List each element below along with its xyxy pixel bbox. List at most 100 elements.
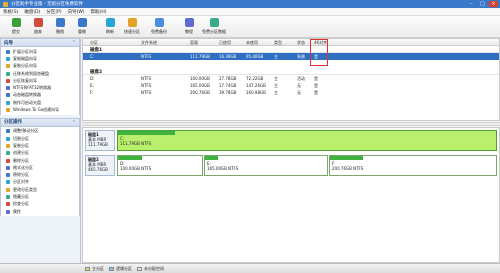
collapse-icon[interactable]: ⌃: [72, 40, 76, 46]
menu-wizard[interactable]: 向导(W): [68, 9, 85, 15]
cell-free: 160.98GB: [246, 90, 266, 95]
menu-help[interactable]: 帮助(H): [91, 9, 107, 15]
align-column-highlight: [310, 39, 328, 66]
toolbar-button[interactable]: 重做: [69, 18, 95, 36]
sidebar-item[interactable]: 复制分区向导: [1, 63, 79, 70]
cell-capacity: 200.76GB: [190, 90, 210, 95]
sidebar-item[interactable]: 迁移系统到固态硬盘: [1, 70, 79, 77]
wizard-panel-header[interactable]: 向导 ⌃: [0, 38, 80, 47]
sidebar-item[interactable]: 更改分区类型: [1, 186, 79, 193]
cell-free: 95.40GB: [246, 54, 264, 59]
table-row[interactable]: C: NTFS 111.79GB 16.39GB 95.40GB 主系统是: [83, 53, 499, 60]
toolbar-button[interactable]: 免费分区数据: [201, 18, 227, 36]
menu-system[interactable]: 系统(S): [3, 9, 18, 15]
partition-block[interactable]: D: 100.00GB NTFS: [117, 155, 203, 176]
sidebar-item[interactable]: 动态磁盘转换器: [1, 92, 79, 99]
sidebar-item-icon: [6, 100, 10, 105]
partition-block[interactable]: F: 200.76GB NTFS: [329, 155, 497, 176]
sidebar-item-label: 检查分区: [13, 201, 29, 207]
sidebar-item-icon: [6, 180, 10, 185]
usage-bar: [118, 131, 175, 135]
sidebar-item[interactable]: 属性: [1, 208, 79, 215]
sidebar-item[interactable]: 删除分区: [1, 157, 79, 164]
partition-block[interactable]: E: 165.00GB NTFS: [204, 155, 328, 176]
sidebar-item-label: 制作可启动光盘: [13, 99, 41, 105]
sidebar-item-label: 创建分区: [13, 150, 29, 156]
disk-row: 磁盘1 基本 MBR 111.79GB C: 111.79GB NTFS: [85, 130, 497, 151]
table-header: 分区 文件系统 容量 已使用 未使用 类型 状态 4K对齐: [83, 39, 499, 46]
cell-type: 主: [274, 54, 278, 59]
sidebar-item-label: 删除分区: [13, 157, 29, 163]
partition-desc: 100.00GB NTFS: [120, 166, 152, 171]
sidebar-item-icon: [6, 129, 10, 134]
sidebar-item-label: 分区对齐: [13, 179, 29, 185]
cell-fs: NTFS: [141, 76, 152, 81]
partition-desc: 111.79GB NTFS: [120, 141, 152, 146]
sidebar-item[interactable]: 隐藏分区: [1, 193, 79, 200]
close-button[interactable]: ×: [489, 1, 498, 7]
sidebar-item[interactable]: 扩展分区向导: [1, 48, 79, 55]
toolbar-button-label: 免费分区数据: [202, 29, 226, 34]
cell-free: 72.22GB: [246, 76, 264, 81]
menu-disk[interactable]: 磁盘(D): [24, 9, 40, 15]
sidebar-item[interactable]: 调整/移动分区: [1, 128, 79, 135]
menu-partition[interactable]: 分区(P): [46, 9, 61, 15]
sidebar-item-icon: [6, 173, 10, 178]
cell-status: 无: [297, 90, 301, 95]
toolbar-button-label: 放弃: [34, 29, 42, 34]
main-area: 分区 文件系统 容量 已使用 未使用 类型 状态 4K对齐 磁盘1 C: NTFS 111.79GB…: [82, 38, 500, 263]
sidebar-item[interactable]: 复制磁盘向导: [1, 55, 79, 62]
sidebar-item-label: NTFS到FAT32转换器: [13, 85, 52, 91]
minimize-button[interactable]: –: [467, 1, 476, 7]
app-icon: [3, 1, 8, 7]
sidebar-item-label: 复制磁盘向导: [13, 55, 37, 61]
collapse-icon[interactable]: ⌃: [72, 120, 76, 126]
disk-map: 磁盘1 基本 MBR 111.79GB C: 111.79GB NTFS 磁盘2 基本 MB…: [82, 127, 500, 263]
cell-capacity: 165.00GB: [190, 83, 210, 88]
table-row[interactable]: F: NTFS 200.76GB 39.78GB 160.98GB 主 无 是: [83, 89, 499, 96]
splitter[interactable]: [82, 122, 500, 126]
sidebar-item[interactable]: 复制分区: [1, 142, 79, 149]
sidebar-item-label: 切割分区: [13, 135, 29, 141]
sidebar-item[interactable]: 分区恢复向导: [1, 77, 79, 84]
table-row[interactable]: D: NTFS 100.00GB 27.78GB 72.22GB 主活动是: [83, 75, 499, 82]
disk-label[interactable]: 磁盘2 基本 MBR 465.76GB: [85, 155, 115, 176]
disk-group-row[interactable]: 磁盘2: [83, 68, 499, 75]
disk-size: 465.76GB: [88, 167, 108, 172]
sidebar-item[interactable]: 切割分区: [1, 135, 79, 142]
table-row[interactable]: E: NTFS 165.00GB 17.74GB 147.26GB 主无是: [83, 82, 499, 89]
sidebar-item[interactable]: 创建分区: [1, 150, 79, 157]
sidebar-item-icon: [6, 71, 10, 76]
toolbar-button-label: 快速分区: [124, 29, 140, 34]
toolbar-button[interactable]: 快速分区: [119, 18, 145, 36]
sidebar-item-icon: [6, 86, 10, 91]
sidebar-item[interactable]: 擦除分区: [1, 171, 79, 178]
cell-capacity: 100.00GB: [190, 76, 210, 81]
refresh-icon: [105, 18, 115, 27]
partition-info: E: 165.00GB NTFS: [207, 161, 238, 171]
sidebar-item[interactable]: 检查分区: [1, 201, 79, 208]
sidebar-item[interactable]: NTFS到FAT32转换器: [1, 84, 79, 91]
backup-icon: [154, 18, 164, 27]
toolbar-button[interactable]: 免费备份: [146, 18, 172, 36]
disk-label[interactable]: 磁盘1 基本 MBR 111.79GB: [85, 130, 115, 151]
sidebar-item[interactable]: Windows To Go创建向导: [1, 106, 79, 113]
ops-panel-header[interactable]: 分区操作 ⌃: [0, 117, 80, 127]
partition-info: D: 100.00GB NTFS: [120, 161, 151, 171]
disk-group-row[interactable]: 磁盘1: [83, 46, 499, 53]
ops-panel-title: 分区操作: [4, 120, 22, 126]
toolbar: 提交 放弃 撤销 重做 刷新 快速分区 免费备份 教程 免费分区数据: [0, 16, 500, 38]
toolbar-button[interactable]: 教程: [176, 18, 202, 36]
menu-bar: 系统(S) 磁盘(D) 分区(P) 向导(W) 帮助(H): [0, 8, 500, 16]
sidebar-item-icon: [6, 151, 10, 156]
legend-label: 主分区: [92, 265, 104, 271]
sidebar-item[interactable]: 制作可启动光盘: [1, 99, 79, 106]
sidebar-item-icon: [6, 49, 10, 54]
redo-icon: [77, 18, 87, 27]
usage-bar: [118, 156, 142, 160]
partition-block[interactable]: C: 111.79GB NTFS: [117, 130, 497, 151]
sidebar-item[interactable]: 格式化分区: [1, 164, 79, 171]
cell-partition: E:: [90, 83, 94, 88]
sidebar-item[interactable]: 分区对齐: [1, 179, 79, 186]
maximize-button[interactable]: □: [478, 1, 487, 7]
